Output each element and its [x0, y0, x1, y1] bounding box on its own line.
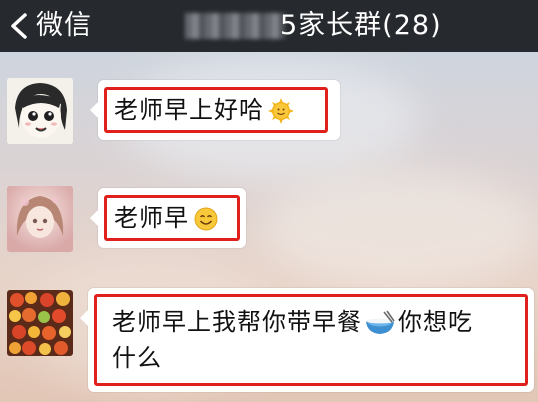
chat-titlebar: 微信 5家长群(28)	[0, 0, 538, 52]
message-text: 老师早上好哈	[114, 92, 294, 128]
chevron-left-icon	[11, 13, 27, 39]
chat-title: 5家长群(28)	[280, 10, 442, 41]
message-row: 老师早上好哈	[0, 70, 538, 160]
food-avatar[interactable]	[7, 290, 73, 356]
pink-girl-avatar[interactable]	[7, 186, 73, 252]
message-text-content: 你想吃	[398, 308, 473, 336]
message-row: 老师早上我帮你带早餐 你想吃 什么	[0, 282, 538, 400]
anime-girl-avatar[interactable]	[7, 78, 73, 144]
sun-smile-emoji	[268, 98, 294, 124]
message-text-content: 老师早上我帮你带早餐	[112, 308, 362, 336]
message-text: 老师早	[114, 200, 219, 236]
noodle-bowl-emoji	[366, 310, 395, 334]
message-text-line2: 什么	[112, 344, 162, 372]
smile-emoji	[194, 207, 218, 231]
message-text-line1: 老师早上我帮你带早餐 你想吃	[112, 304, 473, 340]
message-row: 老师早	[0, 178, 538, 268]
message-text-content: 老师早上好哈	[114, 96, 264, 124]
message-text-content: 老师早	[114, 204, 189, 232]
back-button[interactable]: 微信	[8, 8, 92, 44]
blurred-group-name	[185, 13, 285, 39]
back-label: 微信	[36, 10, 92, 41]
